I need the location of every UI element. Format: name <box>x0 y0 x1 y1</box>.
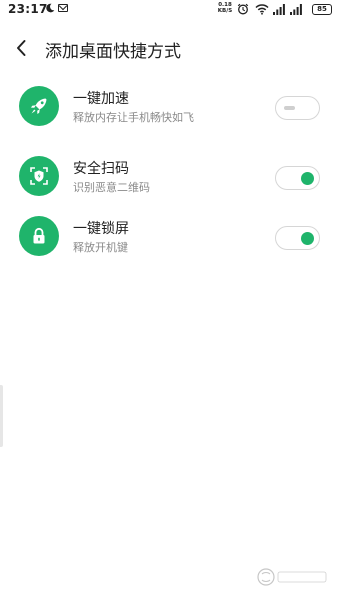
network-speed-unit: KB/S <box>217 8 233 14</box>
item-subtitle: 释放开机键 <box>73 241 128 254</box>
lock-icon <box>19 216 59 256</box>
alarm-icon <box>237 3 249 15</box>
wifi-icon <box>255 4 269 15</box>
battery-indicator: 85 <box>312 4 332 15</box>
list-item-safe-scan[interactable]: 安全扫码 识别恶意二维码 <box>0 152 337 204</box>
status-bar: 23:17 0.18 KB/S 85 <box>0 0 337 20</box>
speed-up-toggle[interactable] <box>275 96 320 120</box>
edge-drag-handle[interactable] <box>0 385 3 447</box>
signal-icon <box>273 4 285 15</box>
moon-icon <box>46 3 55 13</box>
signal-icon <box>290 4 302 15</box>
item-title: 一键加速 <box>73 91 129 107</box>
shield-scan-icon <box>19 156 59 196</box>
toggle-knob <box>301 172 314 185</box>
lock-screen-toggle[interactable] <box>275 226 320 250</box>
list-item-lock-screen[interactable]: 一键锁屏 释放开机键 <box>0 212 337 264</box>
rocket-icon <box>19 86 59 126</box>
screen: 23:17 0.18 KB/S 85 添加桌面快捷方式 一键加速 释放内存让手机… <box>0 0 337 600</box>
chevron-left-icon[interactable] <box>10 36 34 60</box>
watermark <box>257 568 327 586</box>
item-title: 安全扫码 <box>73 161 129 177</box>
toggle-knob <box>301 232 314 245</box>
safe-scan-toggle[interactable] <box>275 166 320 190</box>
list-item-speed-up[interactable]: 一键加速 释放内存让手机畅快如飞 <box>0 82 337 134</box>
item-subtitle: 识别恶意二维码 <box>73 181 150 194</box>
network-speed: 0.18 KB/S <box>216 2 234 14</box>
page-title: 添加桌面快捷方式 <box>45 42 181 62</box>
toggle-knob <box>284 106 295 110</box>
header: 添加桌面快捷方式 <box>0 28 337 68</box>
item-subtitle: 释放内存让手机畅快如飞 <box>73 111 194 124</box>
mail-icon <box>58 4 68 12</box>
status-time: 23:17 <box>8 2 48 16</box>
item-title: 一键锁屏 <box>73 221 129 237</box>
